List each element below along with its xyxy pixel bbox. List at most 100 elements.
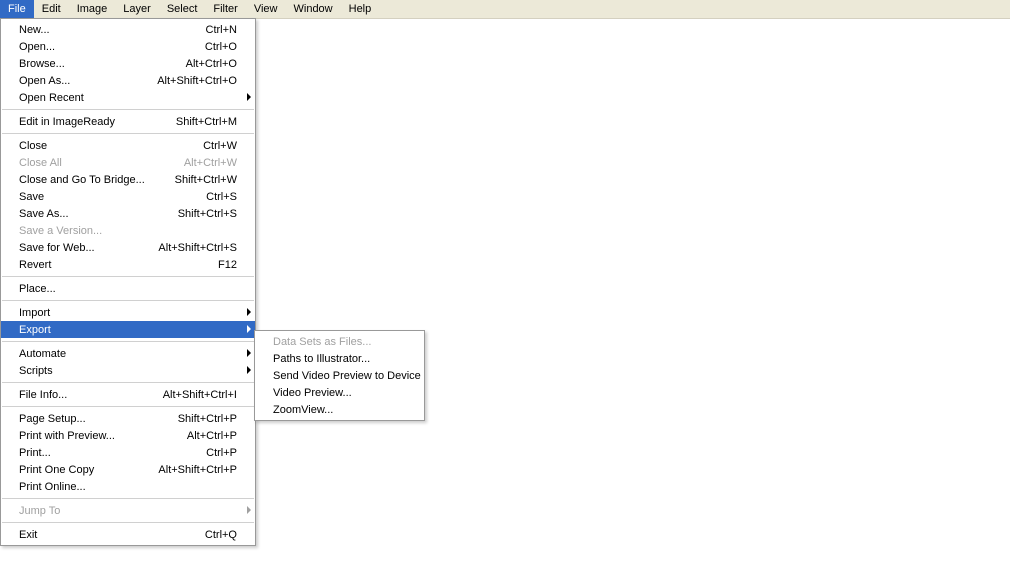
menu-item-shortcut: Alt+Ctrl+W bbox=[184, 157, 237, 169]
menu-item-label: Revert bbox=[19, 259, 202, 271]
menu-item-shortcut: Ctrl+O bbox=[205, 41, 237, 53]
menu-item-label: Open As... bbox=[19, 75, 141, 87]
menu-item-label: Print One Copy bbox=[19, 464, 142, 476]
menubar-item-file[interactable]: File bbox=[0, 0, 34, 18]
menu-item-video-preview[interactable]: Video Preview... bbox=[255, 384, 424, 401]
menu-item-print[interactable]: Print...Ctrl+P bbox=[1, 444, 255, 461]
menu-item-label: Page Setup... bbox=[19, 413, 162, 425]
menu-separator bbox=[2, 109, 254, 110]
menu-item-shortcut: Alt+Shift+Ctrl+O bbox=[157, 75, 237, 87]
menu-item-print-online[interactable]: Print Online... bbox=[1, 478, 255, 495]
menubar-item-view[interactable]: View bbox=[246, 0, 286, 18]
menu-item-shortcut: Shift+Ctrl+W bbox=[175, 174, 237, 186]
menu-item-label: Open Recent bbox=[19, 92, 237, 104]
submenu-arrow-icon bbox=[247, 506, 251, 514]
menu-item-print-one-copy[interactable]: Print One Copy Alt+Shift+Ctrl+P bbox=[1, 461, 255, 478]
menu-item-save-a-version: Save a Version... bbox=[1, 222, 255, 239]
menu-item-shortcut: Alt+Shift+Ctrl+S bbox=[158, 242, 237, 254]
menu-item-label: Close All bbox=[19, 157, 168, 169]
menu-item-shortcut: Alt+Shift+Ctrl+P bbox=[158, 464, 237, 476]
menu-item-close[interactable]: Close Ctrl+W bbox=[1, 137, 255, 154]
menu-item-shortcut: Shift+Ctrl+S bbox=[178, 208, 237, 220]
menu-item-close-all: Close All Alt+Ctrl+W bbox=[1, 154, 255, 171]
submenu-arrow-icon bbox=[247, 93, 251, 101]
menu-separator bbox=[2, 133, 254, 134]
menu-item-edit-in-imageready[interactable]: Edit in ImageReady Shift+Ctrl+M bbox=[1, 113, 255, 130]
menubar-item-edit[interactable]: Edit bbox=[34, 0, 69, 18]
menu-item-label: Data Sets as Files... bbox=[273, 336, 406, 348]
menu-item-print-with-preview[interactable]: Print with Preview... Alt+Ctrl+P bbox=[1, 427, 255, 444]
menu-item-label: Scripts bbox=[19, 365, 237, 377]
menu-item-scripts[interactable]: Scripts bbox=[1, 362, 255, 379]
menu-item-shortcut: Alt+Ctrl+O bbox=[186, 58, 237, 70]
menu-item-export[interactable]: Export bbox=[1, 321, 255, 338]
submenu-arrow-icon bbox=[247, 308, 251, 316]
menu-item-label: Edit in ImageReady bbox=[19, 116, 160, 128]
menu-item-label: File Info... bbox=[19, 389, 147, 401]
menu-item-label: Save As... bbox=[19, 208, 162, 220]
menu-item-label: Close and Go To Bridge... bbox=[19, 174, 159, 186]
menu-item-label: Close bbox=[19, 140, 187, 152]
menu-item-shortcut: Ctrl+N bbox=[206, 24, 237, 36]
menu-item-revert[interactable]: Revert F12 bbox=[1, 256, 255, 273]
menubar-item-window[interactable]: Window bbox=[286, 0, 341, 18]
submenu-arrow-icon bbox=[247, 349, 251, 357]
menu-item-label: Send Video Preview to Device bbox=[273, 370, 421, 382]
menu-item-label: Open... bbox=[19, 41, 189, 53]
menu-separator bbox=[2, 498, 254, 499]
menu-item-new[interactable]: New... Ctrl+N bbox=[1, 21, 255, 38]
menu-item-label: Print... bbox=[19, 447, 190, 459]
menu-item-paths-to-illustrator[interactable]: Paths to Illustrator... bbox=[255, 350, 424, 367]
export-submenu-dropdown: Data Sets as Files... Paths to Illustrato… bbox=[254, 330, 425, 421]
menu-separator bbox=[2, 406, 254, 407]
menubar-item-filter[interactable]: Filter bbox=[205, 0, 245, 18]
menu-item-file-info[interactable]: File Info... Alt+Shift+Ctrl+I bbox=[1, 386, 255, 403]
menu-item-label: Paths to Illustrator... bbox=[273, 353, 406, 365]
menu-separator bbox=[2, 300, 254, 301]
menubar-item-image[interactable]: Image bbox=[69, 0, 116, 18]
menu-item-shortcut: Shift+Ctrl+M bbox=[176, 116, 237, 128]
menu-item-save-for-web[interactable]: Save for Web... Alt+Shift+Ctrl+S bbox=[1, 239, 255, 256]
menu-item-label: Save for Web... bbox=[19, 242, 142, 254]
menubar-item-layer[interactable]: Layer bbox=[115, 0, 159, 18]
menu-item-label: Video Preview... bbox=[273, 387, 406, 399]
menu-item-exit[interactable]: Exit Ctrl+Q bbox=[1, 526, 255, 543]
menu-item-page-setup[interactable]: Page Setup... Shift+Ctrl+P bbox=[1, 410, 255, 427]
menu-item-label: Place... bbox=[19, 283, 237, 295]
menu-item-label: Save bbox=[19, 191, 190, 203]
menu-item-save[interactable]: Save Ctrl+S bbox=[1, 188, 255, 205]
menu-item-shortcut: Ctrl+S bbox=[206, 191, 237, 203]
menu-item-data-sets-as-files: Data Sets as Files... bbox=[255, 333, 424, 350]
menu-item-label: Print with Preview... bbox=[19, 430, 171, 442]
menu-item-label: Print Online... bbox=[19, 481, 237, 493]
submenu-arrow-icon bbox=[247, 325, 251, 333]
menu-item-shortcut: Ctrl+W bbox=[203, 140, 237, 152]
menu-separator bbox=[2, 341, 254, 342]
menu-item-send-video-preview-to-device[interactable]: Send Video Preview to Device bbox=[255, 367, 424, 384]
menubar-item-help[interactable]: Help bbox=[341, 0, 380, 18]
menu-item-open-recent[interactable]: Open Recent bbox=[1, 89, 255, 106]
menu-item-label: Export bbox=[19, 324, 237, 336]
menu-item-open-as[interactable]: Open As... Alt+Shift+Ctrl+O bbox=[1, 72, 255, 89]
menu-item-shortcut: Alt+Shift+Ctrl+I bbox=[163, 389, 237, 401]
menu-item-browse[interactable]: Browse...Alt+Ctrl+O bbox=[1, 55, 255, 72]
menu-item-label: Jump To bbox=[19, 505, 237, 517]
submenu-arrow-icon bbox=[247, 366, 251, 374]
menu-item-import[interactable]: Import bbox=[1, 304, 255, 321]
menu-item-label: New... bbox=[19, 24, 190, 36]
menu-item-close-and-go-to-bridge[interactable]: Close and Go To Bridge... Shift+Ctrl+W bbox=[1, 171, 255, 188]
menu-item-shortcut: Ctrl+Q bbox=[205, 529, 237, 541]
menu-item-place[interactable]: Place... bbox=[1, 280, 255, 297]
menu-item-open[interactable]: Open... Ctrl+O bbox=[1, 38, 255, 55]
menu-item-shortcut: F12 bbox=[218, 259, 237, 271]
menu-item-automate[interactable]: Automate bbox=[1, 345, 255, 362]
menu-item-jump-to: Jump To bbox=[1, 502, 255, 519]
menu-item-label: Exit bbox=[19, 529, 189, 541]
menu-item-shortcut: Alt+Ctrl+P bbox=[187, 430, 237, 442]
menu-separator bbox=[2, 382, 254, 383]
menu-item-save-as[interactable]: Save As... Shift+Ctrl+S bbox=[1, 205, 255, 222]
menubar-item-select[interactable]: Select bbox=[159, 0, 206, 18]
menu-item-shortcut: Shift+Ctrl+P bbox=[178, 413, 237, 425]
menu-item-zoomview[interactable]: ZoomView... bbox=[255, 401, 424, 418]
menu-item-label: Import bbox=[19, 307, 237, 319]
